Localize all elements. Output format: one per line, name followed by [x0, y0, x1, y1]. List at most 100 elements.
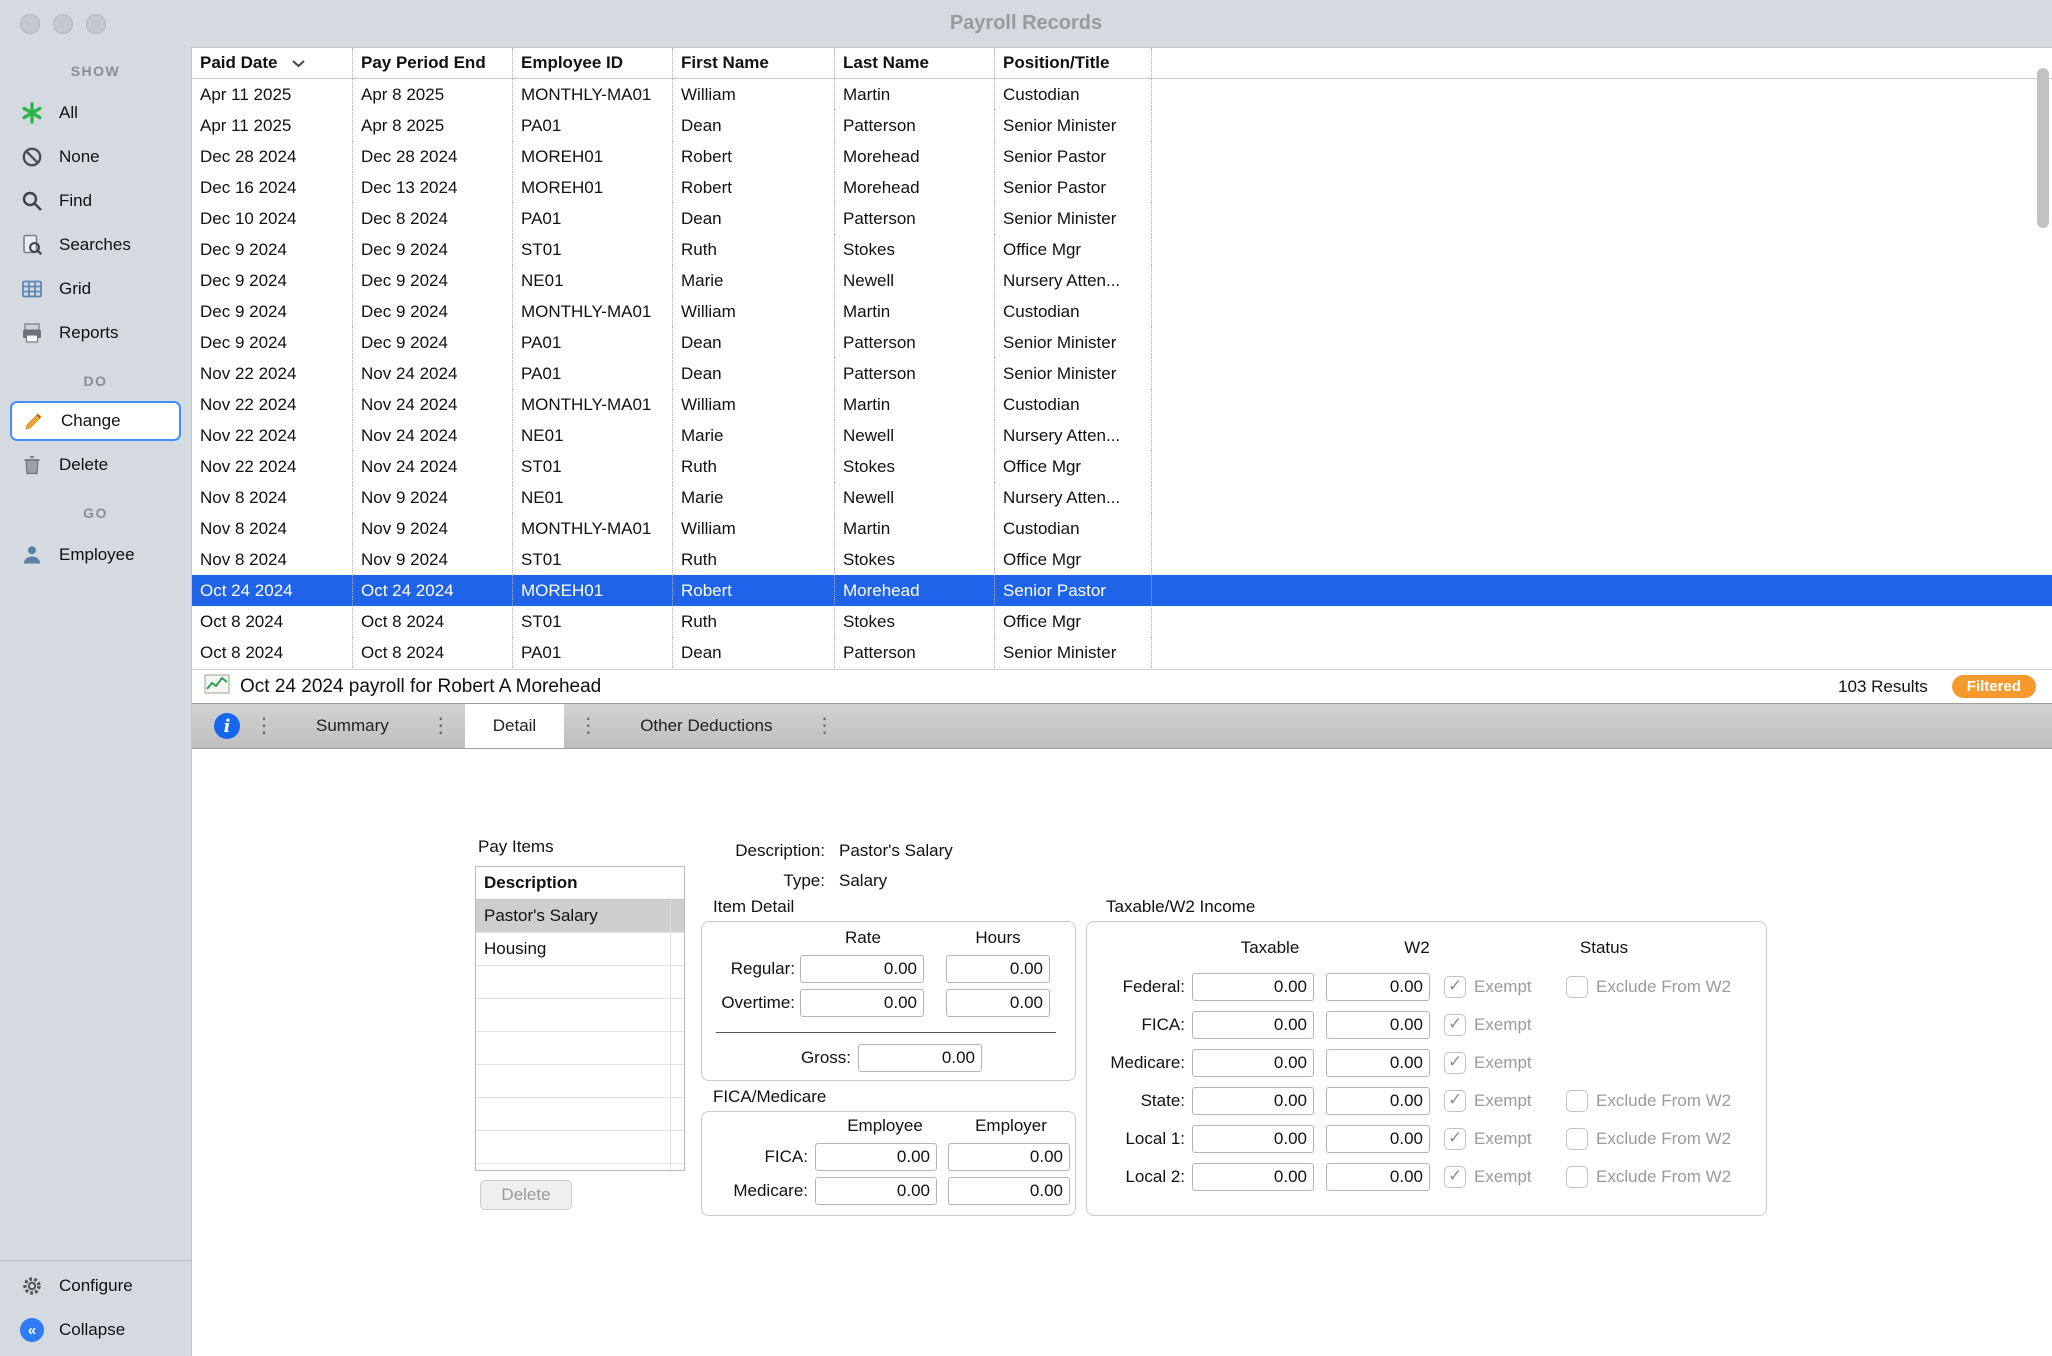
taxable-amount-input[interactable]: [1192, 1125, 1314, 1153]
column-header-position-title[interactable]: Position/Title: [995, 48, 1152, 78]
w2-amount-input[interactable]: [1326, 1011, 1430, 1039]
w2-amount-input[interactable]: [1326, 1163, 1430, 1191]
vertical-scrollbar[interactable]: [2037, 68, 2049, 228]
table-row[interactable]: Dec 9 2024 Dec 9 2024 PA01 Dean Patterso…: [192, 327, 2052, 358]
sidebar-item-delete[interactable]: Delete: [0, 443, 191, 487]
saved-search-icon: [20, 233, 44, 257]
pay-item-empty-row[interactable]: [476, 1032, 684, 1065]
table-row[interactable]: Dec 10 2024 Dec 8 2024 PA01 Dean Patters…: [192, 203, 2052, 234]
medicare-employee-input[interactable]: [815, 1177, 937, 1205]
sidebar-item-none[interactable]: None: [0, 135, 191, 179]
sidebar-item-label: All: [59, 103, 78, 123]
exclude-from-w2-checkbox[interactable]: [1566, 1090, 1588, 1112]
exempt-checkbox[interactable]: [1444, 1166, 1466, 1188]
tab-other-deductions[interactable]: Other Deductions: [612, 704, 800, 748]
column-header-employee-id[interactable]: Employee ID: [513, 48, 673, 78]
fica-employer-input[interactable]: [948, 1143, 1070, 1171]
w2-amount-input[interactable]: [1326, 1049, 1430, 1077]
pay-items-scrollbar[interactable]: [670, 900, 684, 1170]
w2-amount-input[interactable]: [1326, 1087, 1430, 1115]
table-row[interactable]: Nov 22 2024 Nov 24 2024 ST01 Ruth Stokes…: [192, 451, 2052, 482]
table-row[interactable]: Apr 11 2025 Apr 8 2025 MONTHLY-MA01 Will…: [192, 79, 2052, 110]
table-row[interactable]: Dec 28 2024 Dec 28 2024 MOREH01 Robert M…: [192, 141, 2052, 172]
close-window-button[interactable]: [20, 14, 40, 34]
column-header-first-name[interactable]: First Name: [673, 48, 835, 78]
taxable-amount-input[interactable]: [1192, 1011, 1314, 1039]
table-row[interactable]: Nov 8 2024 Nov 9 2024 NE01 Marie Newell …: [192, 482, 2052, 513]
medicare-employer-input[interactable]: [948, 1177, 1070, 1205]
taxable-amount-input[interactable]: [1192, 973, 1314, 1001]
sidebar-item-searches[interactable]: Searches: [0, 223, 191, 267]
table-row[interactable]: Nov 22 2024 Nov 24 2024 PA01 Dean Patter…: [192, 358, 2052, 389]
taxable-amount-input[interactable]: [1192, 1163, 1314, 1191]
pay-item-empty-row[interactable]: [476, 1098, 684, 1131]
pay-item-empty-row[interactable]: [476, 1131, 684, 1164]
overtime-rate-input[interactable]: [800, 989, 924, 1017]
regular-rate-input[interactable]: [800, 955, 924, 983]
regular-hours-input[interactable]: [946, 955, 1050, 983]
sidebar-item-grid[interactable]: Grid: [0, 267, 191, 311]
tab-summary[interactable]: Summary: [288, 704, 417, 748]
overtime-hours-input[interactable]: [946, 989, 1050, 1017]
zoom-window-button[interactable]: [86, 14, 106, 34]
table-row[interactable]: Apr 11 2025 Apr 8 2025 PA01 Dean Patters…: [192, 110, 2052, 141]
w2-amount-input[interactable]: [1326, 973, 1430, 1001]
exclude-from-w2-label: Exclude From W2: [1596, 1086, 1731, 1116]
delete-pay-item-button[interactable]: Delete: [480, 1180, 572, 1210]
sidebar-item-label: Grid: [59, 279, 91, 299]
minimize-window-button[interactable]: [53, 14, 73, 34]
pay-item-empty-row[interactable]: [476, 999, 684, 1032]
gross-row: Gross:: [702, 1043, 1075, 1073]
pay-item[interactable]: Pastor's Salary: [476, 900, 684, 933]
table-row[interactable]: Nov 22 2024 Nov 24 2024 NE01 Marie Newel…: [192, 420, 2052, 451]
pay-item-empty-row[interactable]: [476, 1065, 684, 1098]
table-row[interactable]: Dec 9 2024 Dec 9 2024 NE01 Marie Newell …: [192, 265, 2052, 296]
table-row[interactable]: Dec 9 2024 Dec 9 2024 MONTHLY-MA01 Willi…: [192, 296, 2052, 327]
pay-item[interactable]: Housing: [476, 933, 684, 966]
hours-header: Hours: [938, 928, 1058, 948]
table-row[interactable]: Dec 16 2024 Dec 13 2024 MOREH01 Robert M…: [192, 172, 2052, 203]
exempt-checkbox[interactable]: [1444, 1052, 1466, 1074]
sidebar-item-find[interactable]: Find: [0, 179, 191, 223]
gross-input[interactable]: [858, 1044, 982, 1072]
table-row[interactable]: Nov 8 2024 Nov 9 2024 ST01 Ruth Stokes O…: [192, 544, 2052, 575]
sidebar-item-employee[interactable]: Employee: [0, 533, 191, 577]
fica-employee-input[interactable]: [815, 1143, 937, 1171]
exclude-from-w2-checkbox[interactable]: [1566, 976, 1588, 998]
status-bar: Oct 24 2024 payroll for Robert A Morehea…: [192, 669, 2052, 703]
exempt-checkbox[interactable]: [1444, 976, 1466, 998]
exempt-checkbox[interactable]: [1444, 1014, 1466, 1036]
w2-amount-input[interactable]: [1326, 1125, 1430, 1153]
sidebar-item-configure[interactable]: Configure: [0, 1264, 191, 1308]
taxable-amount-input[interactable]: [1192, 1087, 1314, 1115]
column-header-last-name[interactable]: Last Name: [835, 48, 995, 78]
sidebar-item-all[interactable]: All: [0, 91, 191, 135]
exempt-label: Exempt: [1474, 1048, 1532, 1078]
sidebar-item-label: Find: [59, 191, 92, 211]
table-row[interactable]: Nov 8 2024 Nov 9 2024 MONTHLY-MA01 Willi…: [192, 513, 2052, 544]
column-header-paid-date[interactable]: Paid Date: [192, 48, 353, 78]
exempt-checkbox[interactable]: [1444, 1128, 1466, 1150]
info-icon[interactable]: i: [214, 713, 240, 739]
table-row[interactable]: Oct 24 2024 Oct 24 2024 MOREH01 Robert M…: [192, 575, 2052, 606]
column-header-filler: [1152, 48, 2052, 78]
taxable-amount-input[interactable]: [1192, 1049, 1314, 1077]
sidebar-item-collapse[interactable]: « Collapse: [0, 1308, 191, 1352]
exempt-checkbox[interactable]: [1444, 1090, 1466, 1112]
exclude-from-w2-checkbox[interactable]: [1566, 1166, 1588, 1188]
table-row[interactable]: Oct 8 2024 Oct 8 2024 PA01 Dean Patterso…: [192, 637, 2052, 668]
tab-detail[interactable]: Detail: [465, 704, 564, 748]
sidebar-item-reports[interactable]: Reports: [0, 311, 191, 355]
collapse-icon: «: [20, 1318, 44, 1342]
table-row[interactable]: Nov 22 2024 Nov 24 2024 MONTHLY-MA01 Wil…: [192, 389, 2052, 420]
table-row[interactable]: Oct 8 2024 Oct 8 2024 ST01 Ruth Stokes O…: [192, 606, 2052, 637]
grid-icon: [20, 277, 44, 301]
filtered-badge[interactable]: Filtered: [1952, 675, 2036, 698]
exclude-from-w2-checkbox[interactable]: [1566, 1128, 1588, 1150]
tax-row-label: FICA:: [1087, 1010, 1185, 1040]
sidebar-item-change[interactable]: Change: [10, 401, 181, 441]
sort-chevron-down-icon: [291, 48, 306, 78]
table-row[interactable]: Dec 9 2024 Dec 9 2024 ST01 Ruth Stokes O…: [192, 234, 2052, 265]
column-header-pay-period-end[interactable]: Pay Period End: [353, 48, 513, 78]
pay-item-empty-row[interactable]: [476, 966, 684, 999]
